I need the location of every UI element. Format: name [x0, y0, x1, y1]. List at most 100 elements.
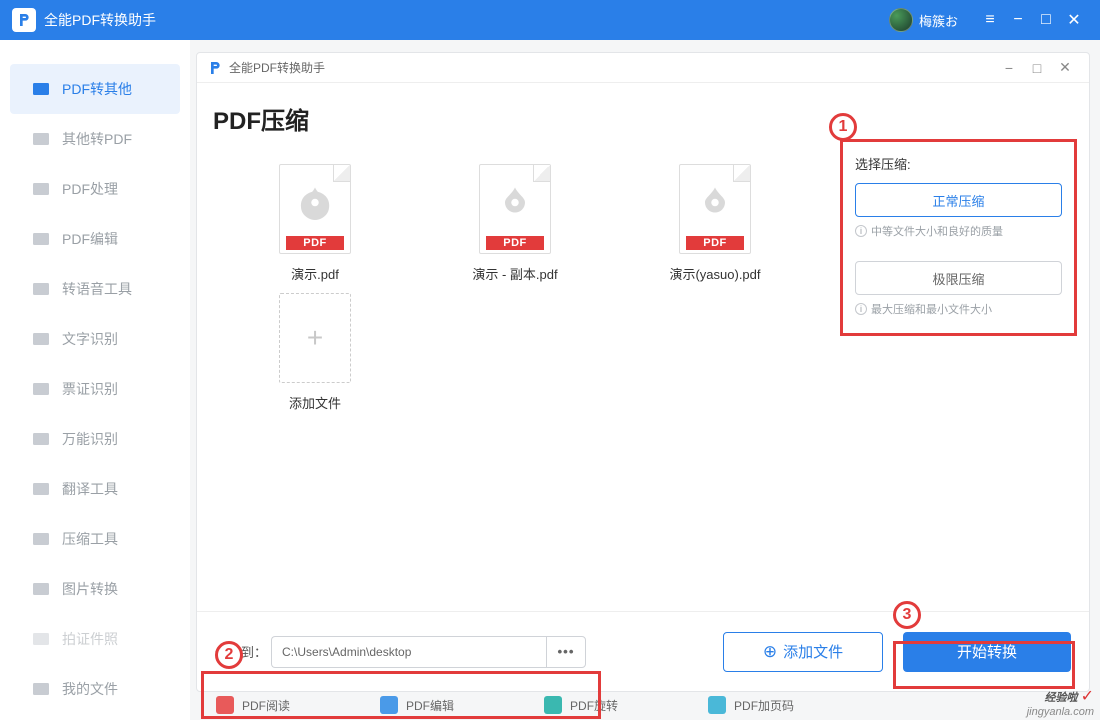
image-icon — [32, 582, 50, 596]
sidebar-item-id-photo[interactable]: 拍证件照 — [0, 614, 190, 664]
bottom-tab[interactable]: PDF编辑 — [380, 696, 454, 714]
close-icon[interactable]: ✕ — [1060, 6, 1088, 34]
compress-icon — [32, 532, 50, 546]
edit-icon — [32, 232, 50, 246]
sidebar-item-label: 图片转换 — [62, 579, 118, 599]
tab-icon — [544, 696, 562, 714]
sidebar-item-pdf-process[interactable]: PDF处理 — [0, 164, 190, 214]
save-path-row: 保存到： ••• — [215, 636, 586, 668]
highlight-box-1: 选择压缩: 正常压缩 i 中等文件大小和良好的质量 极限压缩 i 最大压缩和最小… — [840, 139, 1077, 336]
extreme-compress-button[interactable]: 极限压缩 — [855, 261, 1062, 295]
sidebar-item-tts[interactable]: 转语音工具 — [0, 264, 190, 314]
callout-3: 3 — [893, 601, 921, 629]
info-icon: i — [855, 303, 867, 315]
file-name: 演示.pdf — [291, 264, 339, 283]
file-item[interactable]: PDF 演示(yasuo).pdf — [635, 164, 795, 283]
pdf-badge: PDF — [286, 236, 344, 250]
user-avatar[interactable] — [889, 8, 913, 32]
sidebar-item-universal-ocr[interactable]: 万能识别 — [0, 414, 190, 464]
sidebar-item-label: 转语音工具 — [62, 279, 132, 299]
sidebar-item-pdf-edit[interactable]: PDF编辑 — [0, 214, 190, 264]
user-name[interactable]: 梅簇お — [919, 11, 958, 30]
file-grid: ⬤ PDF 演示.pdf PDF 演示 - 副本.pdf — [207, 164, 824, 412]
sidebar: PDF转其他 其他转PDF PDF处理 PDF编辑 转语音工具 文字识别 票证识… — [0, 40, 190, 720]
ticket-icon — [32, 382, 50, 396]
tab-icon — [216, 696, 234, 714]
sidebar-item-label: 翻译工具 — [62, 479, 118, 499]
callout-2: 2 — [215, 641, 243, 669]
file-name: 演示(yasuo).pdf — [669, 264, 760, 283]
sidebar-item-compress[interactable]: 压缩工具 — [0, 514, 190, 564]
tab-icon — [380, 696, 398, 714]
sidebar-item-label: 文字识别 — [62, 329, 118, 349]
plus-icon: + — [279, 293, 351, 383]
maximize-icon[interactable]: □ — [1032, 6, 1060, 34]
convert-icon — [32, 132, 50, 146]
app-title: 全能PDF转换助手 — [44, 10, 156, 30]
options-pane: 1 选择压缩: 正常压缩 i 中等文件大小和良好的质量 极限压缩 i 最大压缩和… — [834, 83, 1089, 611]
pdf-icon — [32, 82, 50, 96]
normal-compress-hint: i 中等文件大小和良好的质量 — [855, 223, 1062, 239]
sidebar-item-label: PDF转其他 — [62, 79, 132, 99]
info-icon: i — [855, 225, 867, 237]
start-convert-button[interactable]: 开始转换 — [903, 632, 1071, 672]
sidebar-item-label: 其他转PDF — [62, 129, 132, 149]
sidebar-item-label: 压缩工具 — [62, 529, 118, 549]
bottom-tab[interactable]: PDF阅读 — [216, 696, 290, 714]
panel-title: 全能PDF转换助手 — [229, 59, 995, 76]
scan-icon — [32, 432, 50, 446]
save-path-input[interactable] — [271, 636, 546, 668]
bottom-tab-strip: PDF阅读 PDF编辑 PDF旋转 PDF加页码 — [190, 690, 1100, 720]
file-item[interactable]: PDF 演示 - 副本.pdf — [435, 164, 595, 283]
main-panel: 全能PDF转换助手 − □ ✕ PDF压缩 ⬤ PDF — [196, 52, 1090, 692]
panel-footer: 保存到： ••• ⊕ 添加文件 开始转换 — [197, 611, 1089, 691]
callout-1: 1 — [829, 113, 857, 141]
folder-icon — [32, 682, 50, 696]
panel-header: 全能PDF转换助手 − □ ✕ — [197, 53, 1089, 83]
browse-button[interactable]: ••• — [546, 636, 586, 668]
sidebar-item-label: PDF编辑 — [62, 229, 118, 249]
sidebar-item-ticket-ocr[interactable]: 票证识别 — [0, 364, 190, 414]
sidebar-item-ocr[interactable]: 文字识别 — [0, 314, 190, 364]
sidebar-item-label: 票证识别 — [62, 379, 118, 399]
sidebar-item-image-convert[interactable]: 图片转换 — [0, 564, 190, 614]
tab-icon — [708, 696, 726, 714]
extreme-compress-hint: i 最大压缩和最小文件大小 — [855, 301, 1062, 317]
translate-icon — [32, 482, 50, 496]
pdf-file-icon: PDF — [479, 164, 551, 254]
pdf-file-icon: ⬤ PDF — [279, 164, 351, 254]
bottom-tab[interactable]: PDF加页码 — [708, 696, 794, 714]
app-logo — [12, 8, 36, 32]
add-file-card[interactable]: + 添加文件 — [235, 293, 395, 412]
sidebar-item-label: PDF处理 — [62, 179, 118, 199]
sidebar-item-translate[interactable]: 翻译工具 — [0, 464, 190, 514]
panel-maximize-icon[interactable]: □ — [1023, 60, 1051, 76]
file-item[interactable]: ⬤ PDF 演示.pdf — [235, 164, 395, 283]
bottom-tab[interactable]: PDF旋转 — [544, 696, 618, 714]
panel-logo-icon — [207, 60, 223, 76]
panel-minimize-icon[interactable]: − — [995, 60, 1023, 76]
audio-icon — [32, 282, 50, 296]
menu-icon[interactable]: ≡ — [976, 6, 1004, 34]
pdf-badge: PDF — [486, 236, 544, 250]
panel-close-icon[interactable]: ✕ — [1051, 59, 1079, 76]
plus-icon: ⊕ — [763, 642, 777, 662]
pdf-file-icon: PDF — [679, 164, 751, 254]
ocr-icon — [32, 332, 50, 346]
camera-icon — [32, 632, 50, 646]
sidebar-item-label: 我的文件 — [62, 679, 118, 699]
page-title: PDF压缩 — [213, 101, 824, 136]
minimize-icon[interactable]: − — [1004, 6, 1032, 34]
watermark: 经验啦 ✓ jingyanla.com — [1027, 688, 1094, 718]
add-file-label: 添加文件 — [289, 393, 341, 412]
file-name: 演示 - 副本.pdf — [472, 264, 557, 283]
sidebar-item-other-to-pdf[interactable]: 其他转PDF — [0, 114, 190, 164]
add-file-button[interactable]: ⊕ 添加文件 — [723, 632, 883, 672]
sidebar-item-label: 万能识别 — [62, 429, 118, 449]
title-bar: 全能PDF转换助手 梅簇お ≡ − □ ✕ — [0, 0, 1100, 40]
pdf-badge: PDF — [686, 236, 744, 250]
sidebar-item-label: 拍证件照 — [62, 629, 118, 649]
sidebar-item-pdf-to-other[interactable]: PDF转其他 — [10, 64, 180, 114]
normal-compress-button[interactable]: 正常压缩 — [855, 183, 1062, 217]
sidebar-item-my-files[interactable]: 我的文件 — [0, 664, 190, 714]
